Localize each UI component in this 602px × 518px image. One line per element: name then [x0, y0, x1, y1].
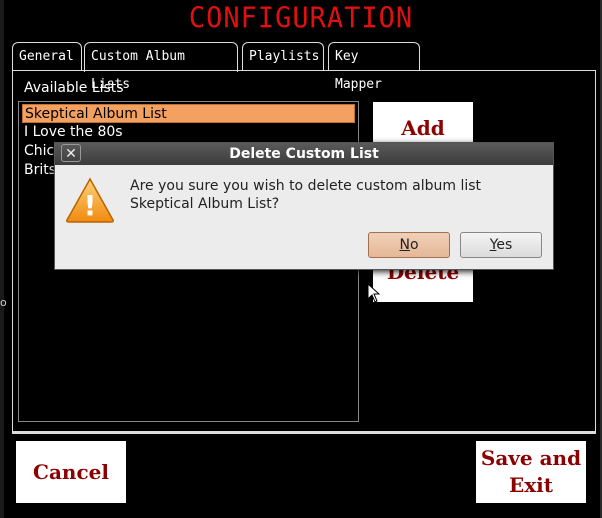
save-and-exit-button[interactable]: Save and Exit [476, 441, 586, 503]
available-lists-label: Available Lists [24, 80, 124, 96]
mouse-cursor-icon [367, 283, 381, 303]
tab-custom-album-lists[interactable]: Custom Album Lists [84, 42, 238, 92]
tab-playlists[interactable]: Playlists [242, 42, 324, 70]
add-button-label: Add [401, 116, 445, 140]
left-window-edge [0, 0, 4, 518]
tab-general[interactable]: General [12, 42, 82, 70]
list-item[interactable]: I Love the 80s [22, 123, 355, 142]
tab-bar: General Custom Album Lists Playlists Key… [12, 42, 602, 92]
no-button[interactable]: No [368, 232, 450, 258]
dialog-title: Delete Custom List [229, 146, 379, 162]
warning-glyph: ! [84, 189, 97, 222]
window-title: CONFIGURATION [188, 2, 414, 35]
panel-bottom-divider [12, 432, 596, 434]
save-button-label-line2: Exit [508, 473, 553, 497]
cancel-button[interactable]: Cancel [16, 441, 126, 503]
dialog-message: Are you sure you wish to delete custom a… [130, 178, 482, 212]
edge-mark: o [0, 296, 7, 309]
warning-icon: ! [66, 177, 114, 223]
yes-button[interactable]: Yes [460, 232, 542, 258]
cancel-button-label: Cancel [33, 460, 109, 484]
dialog-titlebar: ✕ Delete Custom List [55, 143, 553, 165]
save-button-label-line1: Save and [480, 446, 582, 470]
delete-confirm-dialog: ✕ Delete Custom List ! Are you sure you … [54, 142, 554, 270]
tab-key-mapper[interactable]: Key Mapper [328, 42, 420, 92]
title-bar: CONFIGURATION [0, 2, 602, 36]
list-item-selected[interactable]: Skeptical Album List [22, 104, 355, 123]
